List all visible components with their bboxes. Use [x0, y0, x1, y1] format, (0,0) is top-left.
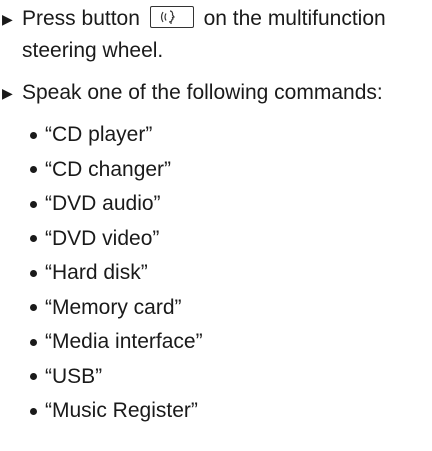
step-arrow-icon: ▶ [0, 3, 22, 35]
list-item: “Media interface” [22, 325, 203, 360]
list-item: “Music Register” [22, 394, 203, 429]
step-press-button: ▶ Press button on the multifunction stee… [0, 3, 386, 67]
list-item: “CD changer” [22, 153, 203, 188]
step2-text: Speak one of the following commands: [22, 77, 383, 109]
voice-control-icon [157, 9, 187, 25]
command-text: “CD player” [45, 118, 152, 152]
step-speak-command: ▶ Speak one of the following commands: [0, 77, 383, 109]
list-item: “CD player” [22, 118, 203, 153]
list-item: “DVD video” [22, 222, 203, 257]
bullet-icon [30, 304, 37, 311]
command-text: “Music Register” [45, 394, 198, 428]
step-arrow-icon: ▶ [0, 77, 22, 109]
command-text: “Media interface” [45, 325, 203, 359]
command-text: “USB” [45, 360, 102, 394]
bullet-icon [30, 132, 37, 139]
list-item: “DVD audio” [22, 187, 203, 222]
bullet-icon [30, 373, 37, 380]
command-text: “DVD audio” [45, 187, 161, 221]
command-text: “Hard disk” [45, 256, 148, 290]
command-list: “CD player” “CD changer” “DVD audio” “DV… [22, 118, 203, 429]
step1-text-after: on the multifunction [204, 7, 386, 30]
voice-control-button-icon [150, 6, 194, 28]
step1-text-line2: steering wheel. [22, 35, 386, 67]
list-item: “Hard disk” [22, 256, 203, 291]
bullet-icon [30, 235, 37, 242]
bullet-icon [30, 408, 37, 415]
command-text: “CD changer” [45, 153, 171, 187]
bullet-icon [30, 270, 37, 277]
list-item: “USB” [22, 360, 203, 395]
step-text: Press button on the multifunction steeri… [22, 3, 386, 67]
command-text: “Memory card” [45, 291, 182, 325]
bullet-icon [30, 166, 37, 173]
step1-text-before: Press button [22, 7, 140, 30]
instruction-page: ▶ Press button on the multifunction stee… [0, 0, 432, 451]
command-text: “DVD video” [45, 222, 159, 256]
bullet-icon [30, 339, 37, 346]
list-item: “Memory card” [22, 291, 203, 326]
bullet-icon [30, 201, 37, 208]
